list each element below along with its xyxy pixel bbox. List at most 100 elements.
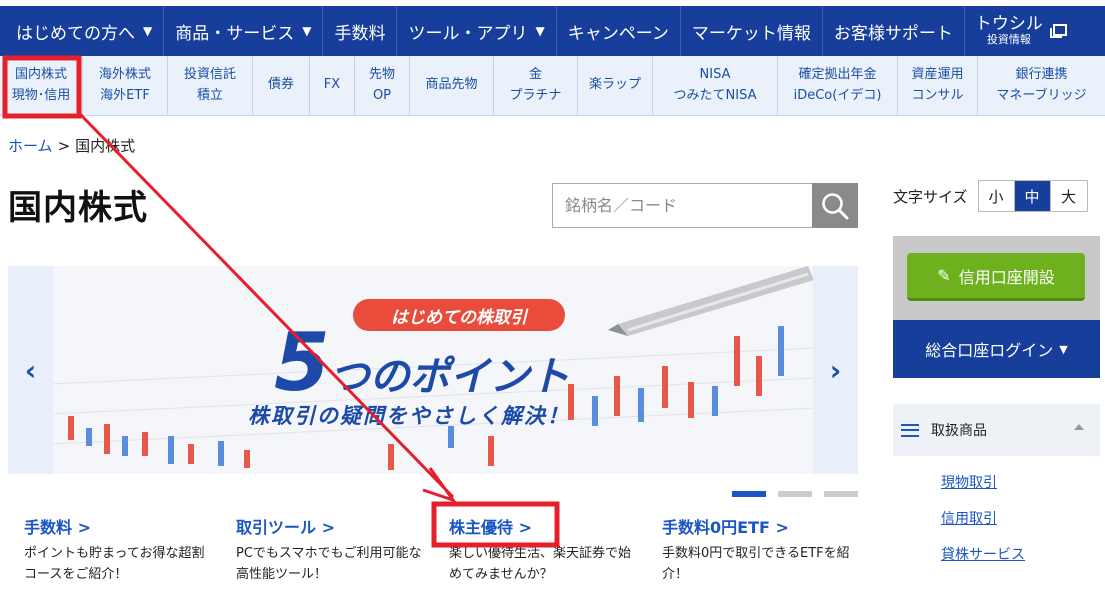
banner-headline: 5つのポイント <box>274 316 570 409</box>
feature-title-link[interactable]: 手数料0円ETF > <box>662 514 852 538</box>
subnav-futures[interactable]: 先物 OP <box>355 56 410 115</box>
subnav-nisa[interactable]: NISA つみたてNISA <box>653 56 778 115</box>
font-size-label: 文字サイズ <box>893 187 968 206</box>
carousel-dot[interactable] <box>824 491 858 497</box>
product-link-stock-lending[interactable]: 貸株サービス <box>941 546 1025 582</box>
search-input[interactable] <box>552 183 812 228</box>
feature-title-link[interactable]: 株主優待 > <box>449 514 639 538</box>
nav-label: はじめての方へ <box>16 23 135 44</box>
sub-nav: 国内株式現物･信用 海外株式海外ETF 投資信託積立 債券 FX 先物 OP 商品… <box>0 56 1105 116</box>
open-margin-account-button[interactable]: ✎ 信用口座開設 <box>907 253 1085 301</box>
nav-fees[interactable]: 手数料 <box>323 6 398 56</box>
subnav-foreign-stocks[interactable]: 海外株式海外ETF <box>83 56 168 115</box>
subnav-label: 金 <box>528 67 542 83</box>
carousel-indicators <box>732 491 858 497</box>
breadcrumb-separator: > <box>57 137 71 155</box>
breadcrumb-current: 国内株式 <box>75 137 136 155</box>
nav-label: 商品・サービス <box>175 23 295 44</box>
chevron-up-icon <box>1074 424 1084 430</box>
search-button[interactable] <box>812 183 858 228</box>
toshiru-title: トウシル <box>974 14 1043 35</box>
subnav-label: 海外ETF <box>100 87 150 103</box>
subnav-label: 現物･信用 <box>11 87 71 103</box>
subnav-gold-platinum[interactable]: 金プラチナ <box>494 56 578 115</box>
subnav-label: プラチナ <box>509 87 562 103</box>
banner-subline: 株取引の疑問をやさしく解決！ <box>248 404 570 428</box>
account-login-button[interactable]: 総合口座ログイン ▼ <box>893 320 1100 378</box>
font-size-options: 小 中 大 <box>977 180 1088 212</box>
pencil-icon: ✎ <box>937 266 951 285</box>
subnav-label: 銀行連携 <box>1015 67 1068 83</box>
subnav-bonds[interactable]: 債券 <box>253 56 310 115</box>
open-account-label: 信用口座開設 <box>958 267 1055 287</box>
feature-description: ポイントも貯まってお得な超割コースをご紹介！ <box>24 546 205 582</box>
stock-search <box>552 183 858 228</box>
subnav-label: 楽ラップ <box>588 77 641 93</box>
menu-icon <box>901 423 919 437</box>
nav-label: キャンペーン <box>567 23 669 44</box>
carousel-dot[interactable] <box>778 491 812 497</box>
subnav-label: コンサル <box>911 87 964 103</box>
carousel-dot[interactable] <box>732 491 766 497</box>
subnav-label: 投資信託 <box>183 67 236 83</box>
nav-campaign[interactable]: キャンペーン <box>557 6 681 56</box>
toshiru-subtitle: 投資情報 <box>986 33 1031 47</box>
nav-beginners[interactable]: はじめての方へ ▼ <box>0 6 165 56</box>
subnav-label: 確定拠出年金 <box>798 67 877 83</box>
subnav-label: 資産運用 <box>911 67 964 83</box>
carousel-prev-button[interactable]: ‹ <box>8 266 53 474</box>
products-title: 取扱商品 <box>931 423 987 439</box>
account-open-panel: ✎ 信用口座開設 <box>893 236 1100 320</box>
feature-description: 楽しい優待生活、楽天証券で始めてみませんか？ <box>449 546 632 582</box>
subnav-label: OP <box>372 87 392 103</box>
breadcrumb: ホーム > 国内株式 <box>8 135 135 156</box>
carousel-next-button[interactable]: › <box>813 266 858 474</box>
subnav-ideco[interactable]: 確定拠出年金 iDeCo(イデコ) <box>778 56 898 115</box>
subnav-label: FX <box>323 77 341 93</box>
subnav-raku-wrap[interactable]: 楽ラップ <box>578 56 653 115</box>
subnav-money-bridge[interactable]: 銀行連携 マネーブリッジ <box>978 56 1105 115</box>
feature-fees[interactable]: 手数料 > ポイントも貯まってお得な超割コースをご紹介！ <box>24 514 214 586</box>
subnav-label: NISA <box>699 67 731 83</box>
login-label: 総合口座ログイン <box>925 341 1054 360</box>
nav-toshiru[interactable]: トウシル 投資情報 <box>965 6 1067 56</box>
subnav-domestic-stocks[interactable]: 国内株式現物･信用 <box>0 56 83 115</box>
external-window-icon <box>1049 24 1067 38</box>
feature-title-link[interactable]: 取引ツール > <box>236 514 426 538</box>
search-icon <box>822 192 849 219</box>
font-size-medium-button[interactable]: 中 <box>1014 181 1051 211</box>
nav-customer-support[interactable]: お客様サポート <box>823 6 965 56</box>
font-size-control: 文字サイズ 小 中 大 <box>893 180 1088 212</box>
nav-label: ツール・アプリ <box>408 23 528 44</box>
subnav-fx[interactable]: FX <box>310 56 355 115</box>
nav-tools-apps[interactable]: ツール・アプリ ▼ <box>397 6 557 56</box>
subnav-label: 積立 <box>196 87 223 103</box>
chevron-down-icon: ▼ <box>302 24 312 38</box>
banner-headline-number: 5 <box>274 316 330 409</box>
subnav-label: 海外株式 <box>98 67 151 83</box>
chevron-right-icon: › <box>829 353 842 387</box>
subnav-investment-trusts[interactable]: 投資信託 積立 <box>168 56 253 115</box>
feature-shareholder-benefits[interactable]: 株主優待 > 楽しい優待生活、楽天証券で始めてみませんか？ <box>449 514 639 586</box>
font-size-large-button[interactable]: 大 <box>1050 181 1087 211</box>
feature-trading-tools[interactable]: 取引ツール > PCでもスマホでもご利用可能な高性能ツール！ <box>236 514 426 586</box>
top-nav: はじめての方へ ▼ 商品・サービス ▼ 手数料 ツール・アプリ ▼ キャンペーン マー… <box>0 6 1105 56</box>
feature-zero-fee-etf[interactable]: 手数料0円ETF > 手数料0円で取引できるETFを紹介！ <box>662 514 852 586</box>
product-links: 現物取引 信用取引 貸株サービス <box>941 474 1025 582</box>
breadcrumb-home-link[interactable]: ホーム <box>8 137 53 155</box>
promo-banner[interactable]: ‹ › はじめての株取引 5つのポイント 株取引の疑問をやさしく解決！ <box>8 266 858 474</box>
product-link-cash-trading[interactable]: 現物取引 <box>941 474 1025 510</box>
feature-links: 手数料 > ポイントも貯まってお得な超割コースをご紹介！ 取引ツール > PCで… <box>24 514 864 590</box>
chevron-down-icon: ▼ <box>535 24 545 38</box>
nav-products-services[interactable]: 商品・サービス ▼ <box>164 6 324 56</box>
font-size-small-button[interactable]: 小 <box>978 181 1015 211</box>
subnav-label: 国内株式 <box>14 67 67 83</box>
feature-title-link[interactable]: 手数料 > <box>24 514 214 538</box>
product-link-margin-trading[interactable]: 信用取引 <box>941 510 1025 546</box>
subnav-asset-consulting[interactable]: 資産運用 コンサル <box>898 56 978 115</box>
nav-market-info[interactable]: マーケット情報 <box>681 6 823 56</box>
page: はじめての方へ ▼ 商品・サービス ▼ 手数料 ツール・アプリ ▼ キャンペーン マー… <box>0 0 1105 590</box>
nav-label: 手数料 <box>334 23 386 44</box>
products-accordion-header[interactable]: 取扱商品 <box>893 404 1100 456</box>
subnav-commodity-futures[interactable]: 商品先物 <box>410 56 494 115</box>
